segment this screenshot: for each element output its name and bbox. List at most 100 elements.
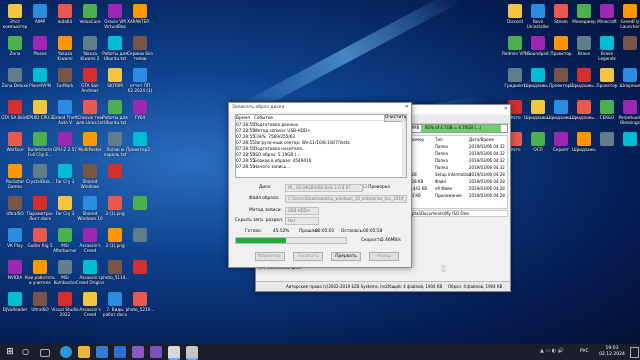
app-icon: [108, 4, 122, 18]
start-button[interactable]: ⊞: [4, 346, 16, 358]
table-cell: 2019/03/06 04:32: [469, 151, 505, 156]
table-cell: 2019/03/06 04:32: [469, 144, 505, 149]
write-method-label: Метод записи:: [249, 208, 282, 213]
desktop-icon[interactable]: [125, 196, 155, 230]
log-col-event: Событие: [254, 115, 274, 120]
app-icon: [600, 36, 614, 50]
table-row[interactable]: 428 KB Файл 2019/03/06 04:28: [409, 179, 507, 184]
desktop-icon[interactable]: [125, 260, 155, 294]
close-icon[interactable]: ✕: [405, 103, 409, 112]
desktop-icon[interactable]: Шпорные: [615, 68, 640, 102]
app-icon: [577, 36, 591, 50]
app-icon: [33, 164, 47, 178]
app-icon: [133, 100, 147, 114]
log-time: 07:28:55: [236, 146, 255, 151]
table-row[interactable]: Папка 2019/03/06 04:32: [409, 151, 507, 156]
explorer-icon[interactable]: [78, 346, 90, 358]
status-copyright: Авторские права (c)2002-2019 EZB Systems…: [286, 284, 388, 289]
hide-partition-select[interactable]: Нет: [285, 217, 319, 225]
app-icon: [531, 100, 545, 114]
desktop-icon[interactable]: Проектор2...: [125, 132, 155, 166]
app-icon: [58, 68, 72, 82]
desktop-icon[interactable]: [100, 164, 130, 198]
verify-checkbox[interactable]: ☐ Проверка: [363, 185, 390, 190]
search-icon[interactable]: ○: [22, 346, 34, 358]
app-icon: [600, 100, 614, 114]
task-view-icon[interactable]: [40, 349, 50, 357]
table-cell: 2019/03/06 04:28: [469, 179, 505, 184]
table-row[interactable]: 128 Setup Information2019/03/06 04:28: [409, 172, 507, 177]
desktop-icon[interactable]: [125, 228, 155, 262]
table-cell: Папка: [435, 151, 448, 156]
format-button[interactable]: Форматир.: [255, 252, 285, 261]
app-icon: [623, 36, 637, 50]
app-icon: [8, 260, 22, 274]
app-icon: [108, 196, 122, 210]
app-icon: [554, 4, 568, 18]
desktop-icon[interactable]: ГУ04: [125, 100, 155, 134]
ultraiso-icon[interactable]: [186, 346, 198, 360]
table-cell: Папка: [435, 165, 448, 170]
write-button[interactable]: Записать: [293, 252, 323, 261]
notification-icon[interactable]: [630, 347, 639, 358]
table-row[interactable]: Папка 2019/03/06 04:32: [409, 158, 507, 163]
app-icon: [133, 68, 147, 82]
app-icon: [133, 132, 147, 146]
table-row[interactable]: Папка 2019/03/06 04:32: [409, 165, 507, 170]
table-cell: 2019/03/06 04:28: [469, 186, 505, 191]
app-icon: [623, 132, 637, 146]
close-icon[interactable]: ✕: [504, 105, 508, 114]
log-row: 07:28:55ISO образ: 5.19GB (...: [236, 152, 396, 157]
app-icon: [554, 68, 568, 82]
app-icon: [600, 4, 614, 18]
desktop-icon[interactable]: GreedFly Launcher: [615, 4, 640, 38]
app-icon: [600, 68, 614, 82]
status-image: Образ: 4 файлов, 1904 KB: [448, 284, 503, 289]
col-type[interactable]: Тип: [435, 137, 469, 142]
mail-icon[interactable]: [114, 346, 126, 358]
disk-select[interactable]: (K:, 62.04GB)USB Disk 2.0 8.07: [285, 184, 363, 192]
app-icon: [554, 36, 568, 50]
app-icon: [554, 132, 568, 146]
clock[interactable]: 19:03 02.12.2024: [596, 346, 628, 358]
store-icon[interactable]: [96, 346, 108, 358]
table-cell: Папка: [435, 144, 448, 149]
language-indicator[interactable]: РУС: [580, 349, 589, 354]
log-time: 07:28:55: [236, 134, 255, 139]
desktop-icon[interactable]: Perpetuum Blessings: [615, 100, 640, 134]
table-row[interactable]: 73 KB Приложение 2019/03/06 04:28: [409, 193, 507, 198]
log-scrollbar[interactable]: [402, 121, 406, 176]
table-row[interactable]: Папка 2019/03/06 04:32: [409, 144, 507, 149]
col-date[interactable]: Дата/Время: [469, 137, 494, 142]
log-event: Подготовка данных: [254, 122, 298, 127]
verify-label: Проверка: [368, 185, 390, 190]
remain-value: 00:05:58: [363, 229, 383, 234]
write-method-select[interactable]: USB-HDD+: [285, 207, 319, 215]
desktop-icon[interactable]: отчет ПП 02.2024 (1): [125, 68, 155, 102]
desktop-icon[interactable]: photo_5210...: [125, 292, 155, 326]
taskbar: ⊞ ○ ▲ ▭ ◐ 🔊 РУС 19:03 02.12.2024: [0, 344, 640, 360]
app-icon: [33, 260, 47, 274]
image-file-field[interactable]: C:\Users\Downloads\ru_windows_10_enterpr…: [285, 195, 407, 203]
desktop-icon[interactable]: ХАРАКТЕР...: [125, 4, 155, 38]
back-button[interactable]: Назад: [369, 252, 399, 261]
done-label: Готово:: [245, 229, 262, 234]
table-cell: 2019/03/06 04:32: [469, 158, 505, 163]
log-row: 07:28:55Подготовка носителя...: [236, 146, 396, 151]
col-size[interactable]: Размер: [409, 137, 435, 142]
app-icon: [577, 132, 591, 146]
clock-date: 02.12.2024: [599, 352, 625, 357]
table-row[interactable]: 1,443 KB efi Файл 2019/03/06 04:28: [409, 186, 507, 191]
log-event: Подготовка носителя...: [254, 146, 306, 151]
desktop-icon[interactable]: [615, 132, 640, 166]
desktop-icon[interactable]: [615, 36, 640, 70]
edge-icon[interactable]: [60, 346, 72, 358]
vs-icon[interactable]: [132, 346, 144, 358]
abort-button[interactable]: Прервать: [331, 252, 361, 261]
desktop-icon[interactable]: Скрины без типов: [125, 36, 155, 70]
vs-icon[interactable]: [150, 346, 162, 358]
log-row: 07:28:55Блоков в образе: 4549416: [236, 158, 396, 163]
log-col-time: Время: [236, 115, 250, 120]
app-icon: [58, 228, 72, 242]
ultraiso-icon[interactable]: [168, 346, 180, 360]
